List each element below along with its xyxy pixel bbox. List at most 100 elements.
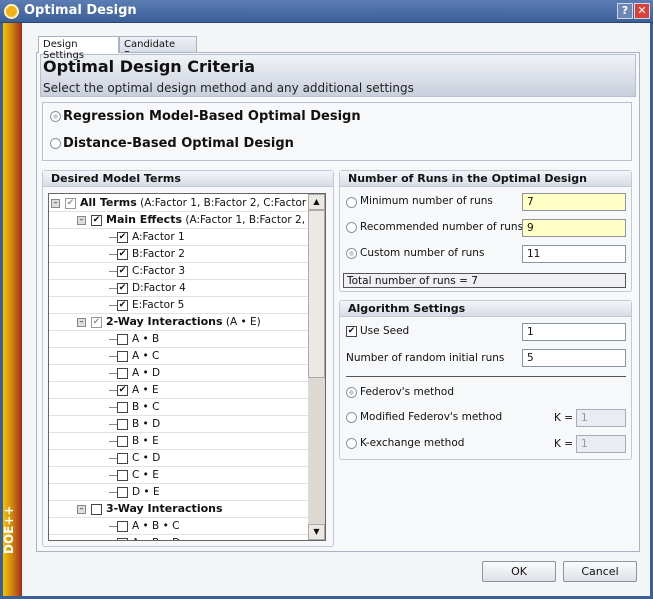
cancel-button[interactable]: Cancel <box>563 561 637 582</box>
tree-row[interactable]: A • C <box>49 348 309 365</box>
term-checkbox[interactable]: ✔ <box>117 283 128 294</box>
term-label-wrap: E:Factor 5 <box>132 297 184 313</box>
term-label-wrap: C:Factor 3 <box>132 263 185 279</box>
tree-connector <box>109 271 117 272</box>
term-label-wrap: B • D <box>132 416 160 432</box>
term-checkbox[interactable] <box>117 538 128 540</box>
tree-connector <box>109 458 117 459</box>
term-checkbox[interactable] <box>117 521 128 532</box>
term-checkbox[interactable] <box>117 436 128 447</box>
term-checkbox[interactable]: ✔ <box>65 198 76 209</box>
term-checkbox[interactable] <box>117 419 128 430</box>
use-seed-label: Use Seed <box>360 325 410 337</box>
radio-recommended-runs[interactable] <box>346 222 357 233</box>
tree-row[interactable]: D • E <box>49 484 309 501</box>
custom-runs-field[interactable]: 11 <box>522 245 626 263</box>
collapse-icon[interactable]: – <box>51 199 60 208</box>
radio-custom-runs[interactable] <box>346 248 357 259</box>
distance-label[interactable]: Distance-Based Optimal Design <box>63 136 294 151</box>
term-checkbox[interactable] <box>117 487 128 498</box>
help-button[interactable]: ? <box>617 3 633 19</box>
tree-row[interactable]: A • B • C <box>49 518 309 535</box>
term-checkbox[interactable]: ✔ <box>91 215 102 226</box>
term-checkbox[interactable]: ✔ <box>117 249 128 260</box>
term-checkbox[interactable]: ✔ <box>117 232 128 243</box>
k-field-modified[interactable]: 1 <box>576 409 626 427</box>
tree-row[interactable]: – ✔ Main Effects (A:Factor 1, B:Factor 2, … <box>49 212 325 229</box>
tree-connector <box>109 492 117 493</box>
tab-design-settings[interactable]: Design Settings <box>38 36 119 61</box>
term-checkbox[interactable] <box>117 334 128 345</box>
tree-row[interactable]: C • E <box>49 467 309 484</box>
tree-row[interactable]: A • D <box>49 365 309 382</box>
model-terms-title: Desired Model Terms <box>43 171 333 187</box>
term-label-wrap: A • B • D <box>132 535 180 540</box>
tree-row[interactable]: ✔ C:Factor 3 <box>49 263 309 280</box>
recommended-runs-field[interactable]: 9 <box>522 219 626 237</box>
custom-runs-label: Custom number of runs <box>360 247 485 259</box>
page-subtitle: Select the optimal design method and any… <box>43 81 414 95</box>
scroll-down-button[interactable]: ▼ <box>308 524 325 540</box>
collapse-icon[interactable]: – <box>77 318 86 327</box>
tree-connector <box>109 390 117 391</box>
tree-row[interactable]: C • D <box>49 450 309 467</box>
term-checkbox[interactable]: ✔ <box>91 317 102 328</box>
term-label-wrap: A:Factor 1 <box>132 229 185 245</box>
tree-row[interactable]: ✔ E:Factor 5 <box>49 297 309 314</box>
tree-connector <box>109 305 117 306</box>
use-seed-checkbox[interactable]: ✔ <box>346 326 357 337</box>
tree-row[interactable]: B • D <box>49 416 309 433</box>
term-checkbox[interactable] <box>117 402 128 413</box>
term-label-wrap: B:Factor 2 <box>132 246 185 262</box>
term-label: 3-Way Interactions <box>106 502 223 515</box>
radio-k-exchange[interactable] <box>346 438 357 449</box>
tab-candidate-runs[interactable]: Candidate Runs <box>119 36 197 61</box>
term-label: A • E <box>132 384 159 396</box>
radio-distance[interactable] <box>50 138 61 149</box>
term-checkbox[interactable] <box>117 368 128 379</box>
seed-field[interactable]: 1 <box>522 323 626 341</box>
term-checkbox[interactable]: ✔ <box>117 385 128 396</box>
term-checkbox[interactable] <box>91 504 102 515</box>
collapse-icon[interactable]: – <box>77 505 86 514</box>
random-runs-field[interactable]: 5 <box>522 349 626 367</box>
tree-row[interactable]: ✔ A • E <box>49 382 309 399</box>
collapse-icon[interactable]: – <box>77 216 86 225</box>
tree-row[interactable]: ✔ B:Factor 2 <box>49 246 309 263</box>
radio-federov[interactable] <box>346 387 357 398</box>
term-label: 2-Way Interactions <box>106 315 223 328</box>
term-label-wrap: B • C <box>132 399 159 415</box>
term-label: A • D <box>132 367 161 379</box>
tree-scrollbar[interactable]: ▲ ▼ <box>308 194 325 540</box>
minimum-runs-field[interactable]: 7 <box>522 193 626 211</box>
tree-row[interactable]: – ✔ All Terms (A:Factor 1, B:Factor 2, C:F… <box>49 195 325 212</box>
k-field-exchange[interactable]: 1 <box>576 435 626 453</box>
scroll-thumb[interactable] <box>308 210 325 378</box>
tree-row[interactable]: ✔ A:Factor 1 <box>49 229 309 246</box>
term-checkbox[interactable]: ✔ <box>117 300 128 311</box>
tree-row[interactable]: – ✔ 2-Way Interactions (A • E) <box>49 314 309 331</box>
tree-row[interactable]: A • B <box>49 331 309 348</box>
term-checkbox[interactable] <box>117 470 128 481</box>
radio-minimum-runs[interactable] <box>346 197 357 208</box>
brand-logo: DOE++ <box>2 505 16 555</box>
tree-row[interactable]: – 3-Way Interactions <box>49 501 309 518</box>
term-label-wrap: C • E <box>132 467 159 483</box>
term-checkbox[interactable] <box>117 351 128 362</box>
term-checkbox[interactable]: ✔ <box>117 266 128 277</box>
close-button[interactable]: ✕ <box>634 3 650 19</box>
tree-row[interactable]: ✔ D:Factor 4 <box>49 280 309 297</box>
tree-row[interactable]: B • C <box>49 399 309 416</box>
term-checkbox[interactable] <box>117 453 128 464</box>
term-label-wrap: D • E <box>132 484 160 500</box>
regression-label[interactable]: Regression Model-Based Optimal Design <box>63 109 361 124</box>
scroll-up-button[interactable]: ▲ <box>308 194 325 210</box>
radio-regression[interactable] <box>50 111 61 122</box>
model-terms-tree[interactable]: – ✔ All Terms (A:Factor 1, B:Factor 2, C:F… <box>48 193 326 541</box>
ok-button[interactable]: OK <box>482 561 556 582</box>
tree-row[interactable]: A • B • D <box>49 535 309 540</box>
radio-modified-federov[interactable] <box>346 412 357 423</box>
term-label: D • E <box>132 486 160 498</box>
term-label: A:Factor 1 <box>132 231 185 243</box>
tree-row[interactable]: B • E <box>49 433 309 450</box>
